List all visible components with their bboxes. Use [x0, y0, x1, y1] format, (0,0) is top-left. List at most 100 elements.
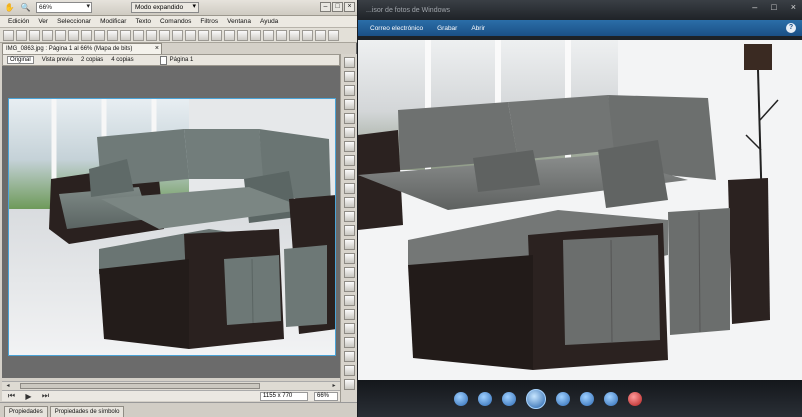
bring-front-icon[interactable]: [263, 29, 274, 41]
subselect-tool-icon[interactable]: [343, 71, 355, 82]
pencil-tool-icon[interactable]: [343, 155, 355, 166]
magic-wand-tool-icon[interactable]: [343, 127, 355, 138]
ungroup-icon[interactable]: [159, 29, 170, 41]
zoom-select[interactable]: 66%: [36, 2, 92, 13]
first-frame-icon[interactable]: ⏮: [6, 391, 17, 402]
menu-comandos[interactable]: Comandos: [160, 18, 191, 25]
split-icon[interactable]: [185, 29, 196, 41]
print-icon[interactable]: [68, 29, 79, 41]
marquee-tool-icon[interactable]: [343, 99, 355, 110]
view-original-button[interactable]: Original: [7, 56, 34, 64]
close-icon[interactable]: ×: [155, 44, 159, 54]
menu-edicion[interactable]: Edición: [8, 18, 29, 25]
menu-email[interactable]: Correo electrónico: [370, 25, 423, 32]
close-icon[interactable]: ×: [791, 2, 796, 12]
next-icon[interactable]: [556, 392, 570, 406]
hotspot-tool-icon[interactable]: [343, 295, 355, 306]
rotate-left-icon[interactable]: [580, 392, 594, 406]
zoom-icon[interactable]: 🔍: [20, 2, 31, 13]
actual-size-icon[interactable]: [478, 392, 492, 406]
blur-tool-icon[interactable]: [343, 183, 355, 194]
rotate-left-icon[interactable]: [211, 29, 222, 41]
redo-icon[interactable]: [94, 29, 105, 41]
paste-icon[interactable]: [133, 29, 144, 41]
import-icon[interactable]: [42, 29, 53, 41]
new-icon[interactable]: [3, 29, 14, 41]
canvas-area[interactable]: [2, 66, 340, 378]
crop-tool-icon[interactable]: [343, 85, 355, 96]
view-2-copies-button[interactable]: 2 copias: [81, 57, 103, 63]
undo-icon[interactable]: [81, 29, 92, 41]
hand-icon[interactable]: ✋: [4, 2, 15, 13]
zoom-icon[interactable]: [454, 392, 468, 406]
scroll-right-icon[interactable]: ▸: [330, 382, 338, 390]
pointer-tool-icon[interactable]: [343, 57, 355, 68]
rotate-right-icon[interactable]: [224, 29, 235, 41]
hand-tool-icon[interactable]: [343, 323, 355, 334]
flip-vertical-icon[interactable]: [250, 29, 261, 41]
menu-ventana[interactable]: Ventana: [227, 18, 251, 25]
straighten-icon[interactable]: [302, 29, 313, 41]
scroll-thumb[interactable]: [20, 383, 260, 389]
play-icon[interactable]: ▶: [23, 391, 34, 402]
combine-icon[interactable]: [172, 29, 183, 41]
menu-ver[interactable]: Ver: [38, 18, 48, 25]
last-frame-icon[interactable]: ⏭: [40, 391, 51, 402]
menu-ayuda[interactable]: Ayuda: [260, 18, 278, 25]
pen-tool-icon[interactable]: [343, 253, 355, 264]
eraser-tool-icon[interactable]: [343, 169, 355, 180]
close-button[interactable]: ×: [344, 2, 355, 12]
flip-horizontal-icon[interactable]: [237, 29, 248, 41]
menu-open[interactable]: Abrir: [471, 25, 485, 32]
mode-select[interactable]: Modo expandido: [131, 2, 199, 13]
view-4-copies-button[interactable]: 4 copias: [111, 57, 133, 63]
viewer-image[interactable]: [358, 40, 802, 380]
menu-modificar[interactable]: Modificar: [100, 18, 126, 25]
eyedropper-tool-icon[interactable]: [343, 211, 355, 222]
zoom-tool-icon[interactable]: [343, 337, 355, 348]
smooth-icon[interactable]: [289, 29, 300, 41]
menu-filtros[interactable]: Filtros: [200, 18, 218, 25]
copy-icon[interactable]: [120, 29, 131, 41]
scroll-left-icon[interactable]: ◂: [4, 382, 12, 390]
status-zoom[interactable]: 66%: [314, 391, 338, 401]
fill-color-icon[interactable]: [343, 365, 355, 376]
text-tool-icon[interactable]: [343, 281, 355, 292]
slice-tool-icon[interactable]: [343, 309, 355, 320]
screen-mode-icon[interactable]: [343, 379, 355, 390]
delete-icon[interactable]: [628, 392, 642, 406]
horizontal-scrollbar[interactable]: ◂ ▸: [2, 381, 340, 390]
brush-tool-icon[interactable]: [343, 141, 355, 152]
group-icon[interactable]: [146, 29, 157, 41]
menu-seleccionar[interactable]: Seleccionar: [57, 18, 91, 25]
bucket-tool-icon[interactable]: [343, 225, 355, 236]
help-icon[interactable]: ?: [786, 23, 796, 33]
stroke-color-icon[interactable]: [343, 351, 355, 362]
export-icon[interactable]: [55, 29, 66, 41]
menu-burn[interactable]: Grabar: [437, 25, 457, 32]
rotate-right-icon[interactable]: [604, 392, 618, 406]
rectangle-tool-icon[interactable]: [343, 267, 355, 278]
menu-texto[interactable]: Texto: [135, 18, 151, 25]
link-icon[interactable]: [315, 29, 326, 41]
slideshow-icon[interactable]: [526, 389, 546, 409]
lasso-tool-icon[interactable]: [343, 113, 355, 124]
previous-icon[interactable]: [502, 392, 516, 406]
more-icon[interactable]: [328, 29, 339, 41]
align-icon[interactable]: [198, 29, 209, 41]
stamp-tool-icon[interactable]: [343, 197, 355, 208]
artboard-image[interactable]: [8, 98, 336, 356]
tab-propiedades[interactable]: Propiedades: [4, 406, 48, 417]
send-back-icon[interactable]: [276, 29, 287, 41]
page-indicator[interactable]: Página 1: [159, 55, 193, 65]
document-tab[interactable]: IMG_0863.jpg : Página 1 al 66% (Mapa de …: [2, 43, 162, 54]
view-preview-button[interactable]: Vista previa: [42, 57, 73, 63]
maximize-icon[interactable]: □: [771, 2, 776, 12]
line-tool-icon[interactable]: [343, 239, 355, 250]
tab-propiedades-simbolo[interactable]: Propiedades de símbolo: [49, 406, 125, 417]
minimize-icon[interactable]: –: [752, 2, 757, 12]
maximize-button[interactable]: □: [332, 2, 343, 12]
save-icon[interactable]: [29, 29, 40, 41]
open-icon[interactable]: [16, 29, 27, 41]
cut-icon[interactable]: [107, 29, 118, 41]
